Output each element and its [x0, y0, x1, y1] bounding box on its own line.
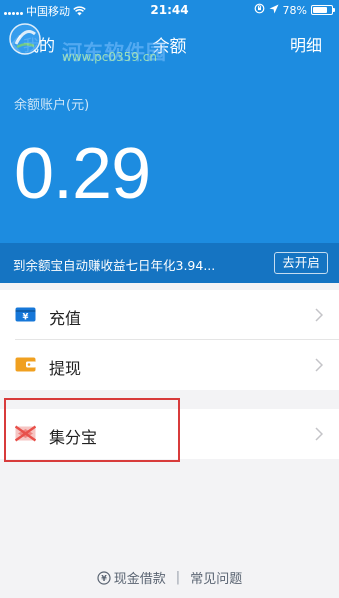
battery-icon: [311, 5, 335, 15]
location-arrow-icon: [269, 4, 279, 17]
yuebao-promo-bar: 到余额宝自动赚收益七日年化3.94... 去开启: [0, 243, 339, 283]
points-group: 集分宝: [0, 409, 339, 459]
cash-loan-icon: ¥: [97, 570, 111, 585]
yuan-card-icon: ¥: [15, 307, 36, 322]
enable-yuebao-button[interactable]: 去开启: [274, 252, 328, 274]
status-bar: 中国移动 21:44 78%: [0, 0, 339, 20]
footer-links: ¥ 现金借款 | 常见问题: [0, 568, 339, 587]
chevron-right-icon: [315, 427, 323, 441]
balance-amount: 0.29: [14, 134, 151, 214]
svg-text:¥: ¥: [101, 574, 107, 583]
cash-loan-link[interactable]: ¥ 现金借款: [97, 568, 166, 587]
navigation-bar: 我的 余额 明细: [0, 20, 339, 66]
balance-header: 中国移动 21:44 78% 余额 明细 河东软件园 www.pc0359.cn…: [0, 0, 339, 243]
jifenbao-logo-icon: [15, 425, 36, 442]
watermark-url: www.pc0359.cn: [62, 50, 157, 64]
wallet-icon: [15, 357, 36, 372]
recharge-row[interactable]: ¥ 充值: [0, 290, 339, 340]
chevron-right-icon: [315, 308, 323, 322]
funds-actions-group: ¥ 充值 提现: [0, 290, 339, 390]
jifenbao-row[interactable]: 集分宝: [0, 409, 339, 459]
promo-text: 到余额宝自动赚收益七日年化3.94...: [13, 258, 216, 273]
svg-text:¥: ¥: [23, 313, 29, 322]
withdraw-label: 提现: [49, 359, 82, 378]
withdraw-row[interactable]: 提现: [0, 340, 339, 390]
chevron-right-icon: [315, 358, 323, 372]
recharge-label: 充值: [49, 309, 82, 328]
status-right: 78%: [254, 3, 335, 17]
detail-button[interactable]: 明细: [290, 32, 322, 56]
faq-link[interactable]: 常见问题: [190, 568, 242, 587]
footer-separator: |: [175, 570, 181, 585]
battery-percent: 78%: [282, 3, 307, 17]
balance-label: 余额账户(元): [14, 98, 90, 113]
cash-loan-label: 现金借款: [113, 572, 166, 587]
faq-label: 常见问题: [190, 572, 243, 587]
balance-screen: 中国移动 21:44 78% 余额 明细 河东软件园 www.pc0359.cn…: [0, 0, 339, 598]
watermark-logo-icon: [9, 23, 41, 55]
orientation-lock-icon: [254, 3, 265, 17]
jifenbao-label: 集分宝: [49, 428, 98, 447]
